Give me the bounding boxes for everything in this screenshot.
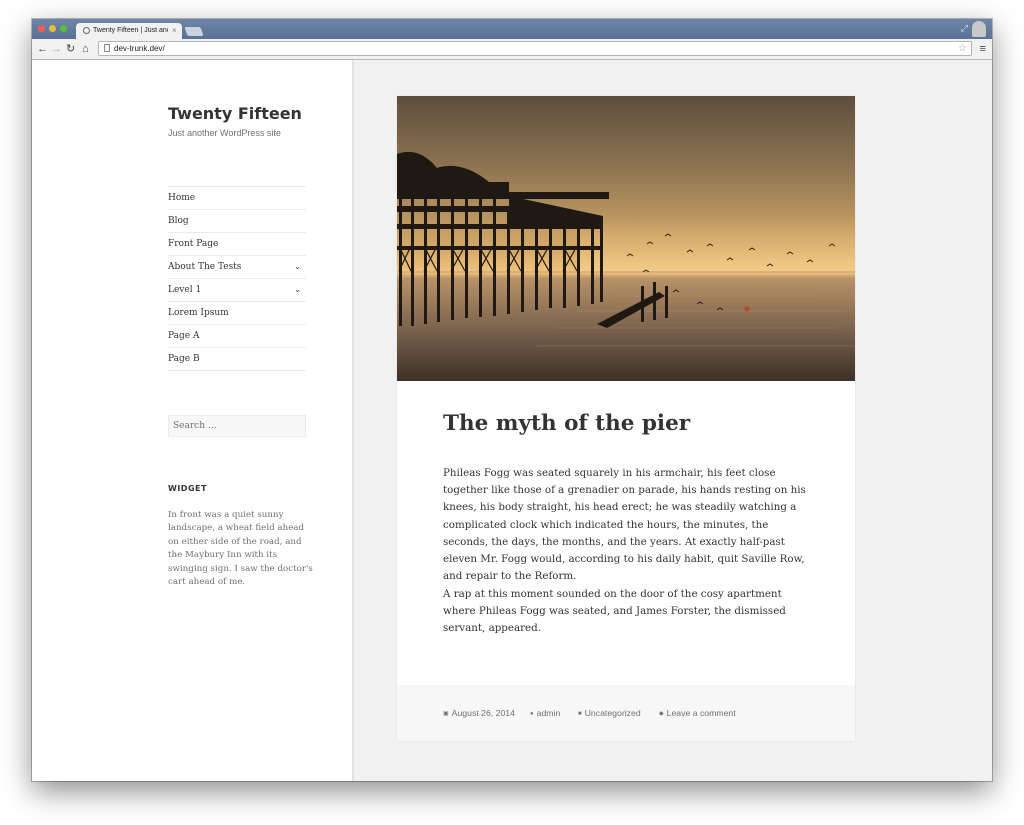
person-icon: ●: [530, 711, 534, 717]
calendar-icon: ▣: [443, 711, 449, 717]
url-text[interactable]: dev-trunk.dev/: [114, 42, 165, 55]
fullscreen-icon[interactable]: ⤢: [961, 23, 968, 34]
post-date[interactable]: August 26, 2014: [452, 708, 515, 718]
arrow-right-icon[interactable]: →: [51, 41, 62, 57]
tab-title: Twenty Fifteen | Just another WordPress …: [93, 27, 168, 34]
nav-item[interactable]: Lorem Ipsum: [168, 302, 306, 325]
nav-item-label[interactable]: Level 1: [168, 285, 201, 295]
widget-text: In front was a quiet sunny landscape, a …: [168, 510, 313, 588]
window-close-button[interactable]: [38, 25, 45, 32]
nav-item[interactable]: About The Tests ⌄: [168, 256, 306, 279]
widget-title: WIDGET: [168, 484, 207, 493]
new-tab-button[interactable]: [184, 27, 204, 36]
comment-link-text[interactable]: Leave a comment: [667, 708, 736, 718]
nav-item-label[interactable]: Page B: [168, 354, 200, 364]
main-navigation: Home Blog Front Page About The Tests ⌄ Level …: [168, 186, 306, 371]
post-author[interactable]: admin: [537, 708, 561, 718]
reload-icon[interactable]: ↻: [66, 41, 75, 57]
tab-close-icon[interactable]: ×: [172, 23, 177, 39]
arrow-left-icon[interactable]: ←: [37, 41, 48, 57]
address-bar[interactable]: dev-trunk.dev/ ☆: [98, 41, 972, 56]
nav-item-label[interactable]: Home: [168, 193, 195, 203]
nav-item-label[interactable]: Lorem Ipsum: [168, 308, 229, 318]
user-profile-icon[interactable]: [972, 21, 986, 37]
page-content: Twenty Fifteen Just another WordPress si…: [32, 60, 992, 781]
nav-item-label[interactable]: Front Page: [168, 239, 218, 249]
search-input[interactable]: [168, 415, 306, 437]
nav-item-label[interactable]: Blog: [168, 216, 189, 226]
nav-item[interactable]: Level 1 ⌄: [168, 279, 306, 302]
nav-item-label[interactable]: About The Tests: [168, 262, 241, 272]
site-description: Just another WordPress site: [168, 128, 281, 138]
folder-icon: ■: [578, 711, 582, 717]
post-title[interactable]: The myth of the pier: [443, 411, 690, 436]
nav-item[interactable]: Blog: [168, 210, 306, 233]
chevron-down-icon[interactable]: ⌄: [294, 256, 301, 278]
window-maximize-button[interactable]: [60, 25, 67, 32]
home-icon[interactable]: ⌂: [82, 41, 89, 57]
post-featured-image[interactable]: [397, 96, 855, 381]
page-icon: [104, 44, 110, 52]
site-title[interactable]: Twenty Fifteen: [168, 104, 302, 123]
nav-item[interactable]: Page B: [168, 348, 306, 371]
sidebar: Twenty Fifteen Just another WordPress si…: [32, 60, 352, 781]
post-date-link[interactable]: ▣ August 26, 2014: [443, 708, 515, 718]
post-meta: ▣ August 26, 2014 ● admin ■ Uncategorized ◆…: [397, 685, 855, 741]
post-category-link[interactable]: ■ Uncategorized: [578, 708, 641, 718]
speech-bubble-icon: ◆: [659, 711, 664, 717]
globe-icon: [83, 27, 90, 34]
post: The myth of the pier Phileas Fogg was se…: [397, 96, 855, 741]
nav-item[interactable]: Home: [168, 187, 306, 210]
window-minimize-button[interactable]: [49, 25, 56, 32]
browser-tab[interactable]: Twenty Fifteen | Just another WordPress …: [76, 23, 182, 39]
browser-titlebar: Twenty Fifteen | Just another WordPress …: [32, 19, 992, 39]
post-author-link[interactable]: ● admin: [530, 708, 560, 718]
nav-item[interactable]: Front Page: [168, 233, 306, 256]
chevron-down-icon[interactable]: ⌄: [294, 279, 301, 301]
hamburger-menu-icon[interactable]: ≡: [980, 41, 986, 57]
post-category[interactable]: Uncategorized: [585, 708, 641, 718]
browser-window: Twenty Fifteen | Just another WordPress …: [32, 19, 992, 781]
comment-link[interactable]: ◆ Leave a comment: [659, 708, 736, 718]
post-paragraph: Phileas Fogg was seated squarely in his …: [443, 467, 806, 583]
nav-item[interactable]: Page A: [168, 325, 306, 348]
star-icon[interactable]: ☆: [958, 42, 967, 55]
nav-item-label[interactable]: Page A: [168, 331, 199, 341]
browser-toolbar: ← → ↻ ⌂ dev-trunk.dev/ ☆ ≡: [32, 39, 992, 60]
post-paragraph: A rap at this moment sounded on the door…: [443, 588, 786, 635]
